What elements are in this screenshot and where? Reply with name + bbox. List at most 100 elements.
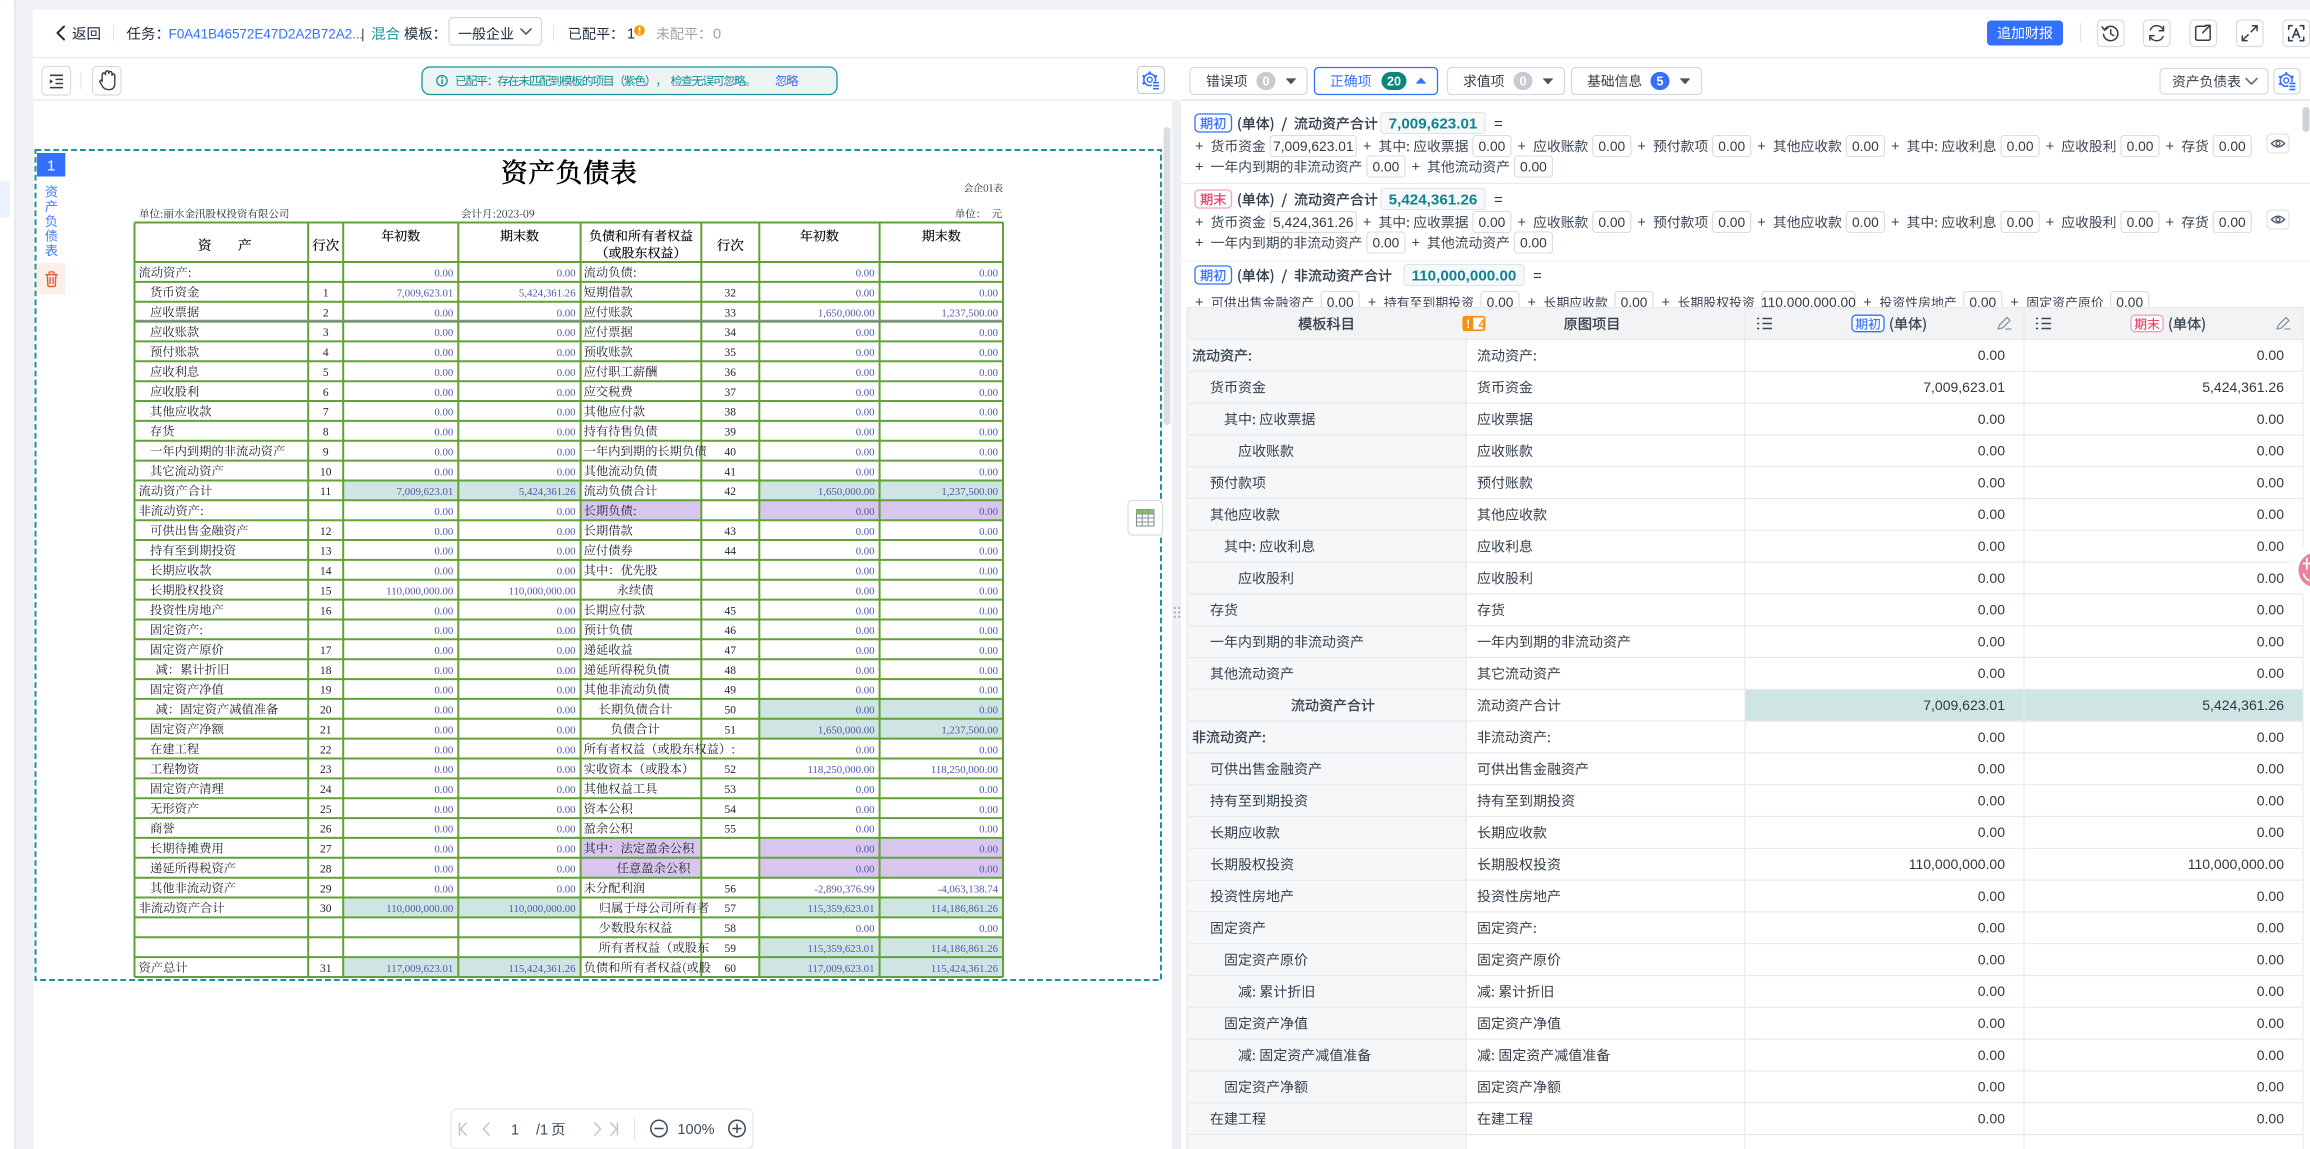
svg-text:0.00: 0.00 <box>434 466 453 478</box>
svg-text:0.00: 0.00 <box>979 645 998 657</box>
svg-text:0.00: 0.00 <box>434 566 453 578</box>
svg-text:=: = <box>1494 115 1503 132</box>
svg-text:53: 53 <box>725 784 737 796</box>
svg-text:1,237,500.00: 1,237,500.00 <box>941 724 998 736</box>
svg-text:5,424,361.26: 5,424,361.26 <box>1273 215 1354 230</box>
svg-text:0.00: 0.00 <box>1978 1047 2005 1063</box>
svg-text:38: 38 <box>725 407 737 419</box>
svg-text:0.00: 0.00 <box>434 705 453 717</box>
svg-text:0.00: 0.00 <box>2257 824 2284 840</box>
svg-text:33: 33 <box>725 307 737 319</box>
svg-text:0.00: 0.00 <box>2257 983 2284 999</box>
svg-text:54: 54 <box>725 804 737 816</box>
svg-text:1: 1 <box>323 288 329 300</box>
svg-text:0.00: 0.00 <box>557 407 576 419</box>
svg-text:1,650,000.00: 1,650,000.00 <box>818 486 875 498</box>
svg-text:F0A41B46572E47D2A2B72A2...: F0A41B46572E47D2A2B72A2... <box>169 26 364 41</box>
svg-text:29: 29 <box>320 883 332 895</box>
svg-text:43: 43 <box>725 526 737 538</box>
svg-text:57: 57 <box>725 903 737 915</box>
svg-text:0.00: 0.00 <box>2257 729 2284 745</box>
svg-text:0: 0 <box>1262 75 1269 89</box>
svg-text:1: 1 <box>47 158 55 175</box>
svg-text:58: 58 <box>725 923 737 935</box>
svg-text:0.00: 0.00 <box>1978 1079 2005 1095</box>
svg-text:31: 31 <box>320 963 332 975</box>
svg-text:110,000,000.00: 110,000,000.00 <box>386 585 453 597</box>
svg-text:0.00: 0.00 <box>557 387 576 399</box>
svg-text:1,650,000.00: 1,650,000.00 <box>818 307 875 319</box>
svg-text:0.00: 0.00 <box>856 546 875 558</box>
svg-text:32: 32 <box>725 288 737 300</box>
svg-text:0.00: 0.00 <box>856 784 875 796</box>
svg-text:40: 40 <box>725 446 737 458</box>
svg-text:0.00: 0.00 <box>1978 729 2005 745</box>
svg-text:0.00: 0.00 <box>2257 347 2284 363</box>
svg-text:0.00: 0.00 <box>434 307 453 319</box>
svg-text:0: 0 <box>1519 75 1526 89</box>
svg-text:+: + <box>1412 160 1420 176</box>
svg-text:5,424,361.26: 5,424,361.26 <box>519 486 576 498</box>
svg-text:0.00: 0.00 <box>434 367 453 379</box>
svg-text:0.00: 0.00 <box>979 387 998 399</box>
svg-text:0.00: 0.00 <box>856 566 875 578</box>
svg-text:0.00: 0.00 <box>979 407 998 419</box>
svg-text:0.00: 0.00 <box>979 784 998 796</box>
svg-text:+: + <box>1518 215 1526 231</box>
svg-text:12: 12 <box>320 526 332 538</box>
svg-text:0.00: 0.00 <box>557 347 576 359</box>
svg-text:36: 36 <box>725 367 737 379</box>
svg-text:0.00: 0.00 <box>434 844 453 856</box>
svg-text:0.00: 0.00 <box>557 327 576 339</box>
svg-text:44: 44 <box>725 546 737 558</box>
svg-text:0.00: 0.00 <box>856 526 875 538</box>
svg-text:0.00: 0.00 <box>434 625 453 637</box>
svg-text:110,000,000.00: 110,000,000.00 <box>1412 268 1517 285</box>
svg-text:0.00: 0.00 <box>1978 824 2005 840</box>
svg-text:+: + <box>1891 139 1899 155</box>
svg-text:0.00: 0.00 <box>1598 139 1625 154</box>
svg-text:0.00: 0.00 <box>979 288 998 300</box>
svg-text:0.00: 0.00 <box>1598 215 1625 230</box>
svg-text:115,359,623.01: 115,359,623.01 <box>808 903 875 915</box>
svg-text:60: 60 <box>725 963 737 975</box>
svg-text:+: + <box>1637 139 1645 155</box>
svg-text:+: + <box>1363 215 1371 231</box>
svg-text:0.00: 0.00 <box>1372 159 1399 174</box>
svg-text:0.00: 0.00 <box>856 744 875 756</box>
svg-text:0.00: 0.00 <box>434 883 453 895</box>
svg-text:0.00: 0.00 <box>2127 139 2154 154</box>
svg-text:110,000,000.00: 110,000,000.00 <box>386 903 453 915</box>
svg-text:0.00: 0.00 <box>434 268 453 280</box>
svg-text:0.00: 0.00 <box>979 705 998 717</box>
svg-text:0.00: 0.00 <box>1978 633 2005 649</box>
svg-text:0.00: 0.00 <box>1372 235 1399 250</box>
svg-text:0.00: 0.00 <box>557 705 576 717</box>
svg-text:5,424,361.26: 5,424,361.26 <box>519 288 576 300</box>
svg-text:110,000,000.00: 110,000,000.00 <box>509 903 576 915</box>
svg-text:7,009,623.01: 7,009,623.01 <box>1389 116 1478 133</box>
svg-text:0.00: 0.00 <box>979 864 998 876</box>
svg-text:0.00: 0.00 <box>979 804 998 816</box>
svg-text:5,424,361.26: 5,424,361.26 <box>2202 697 2284 713</box>
svg-text:23: 23 <box>320 764 332 776</box>
svg-text:5,424,361.26: 5,424,361.26 <box>1389 192 1478 209</box>
svg-text:0.00: 0.00 <box>856 367 875 379</box>
svg-text:0.00: 0.00 <box>1978 665 2005 681</box>
svg-text:0.00: 0.00 <box>557 744 576 756</box>
svg-text:0.00: 0.00 <box>2257 792 2284 808</box>
svg-text:0.00: 0.00 <box>856 347 875 359</box>
svg-text:-4,063,138.74: -4,063,138.74 <box>938 883 999 895</box>
svg-text:0.00: 0.00 <box>557 526 576 538</box>
svg-text:1: 1 <box>627 27 635 43</box>
svg-text:0.00: 0.00 <box>557 506 576 518</box>
svg-text:0.00: 0.00 <box>557 427 576 439</box>
svg-text:0.00: 0.00 <box>2219 139 2246 154</box>
svg-text:0.00: 0.00 <box>856 923 875 935</box>
svg-text:0.00: 0.00 <box>856 625 875 637</box>
svg-text:|: | <box>361 26 365 42</box>
svg-text:0.00: 0.00 <box>979 526 998 538</box>
svg-text:50: 50 <box>725 705 737 717</box>
svg-text:114,186,861.26: 114,186,861.26 <box>931 903 999 915</box>
svg-text:0.00: 0.00 <box>557 625 576 637</box>
